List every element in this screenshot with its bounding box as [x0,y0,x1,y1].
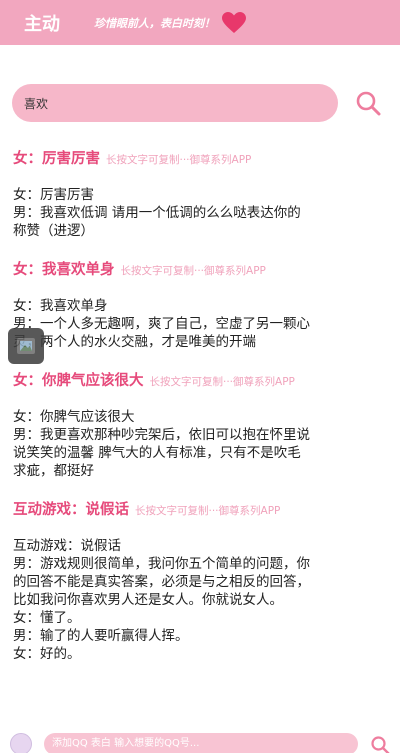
bottom-bar: 添加QQ 表白 输入想要的QQ号... [0,729,400,753]
entry-line: 比如我问你喜欢男人还是女人。你就说女人。 [13,592,283,608]
entry-title-row: 女：我喜欢单身 长按文字可复制···御尊系列APP [13,258,386,282]
entry-line: 女：好的。 [13,646,81,662]
entry-line: 男：我更喜欢那种吵完架后，依旧可以抱在怀里说 [13,427,310,443]
entry-line: 女：厉害厉害 [13,187,94,203]
entry-line: 灵，两个人的水火交融，才是唯美的开端 [13,334,256,350]
copy-hint: 长按文字可复制···御尊系列APP [120,265,266,277]
entry-body: 女：厉害厉害 男：我喜欢低调 请用一个低调的么么哒表达你的 称赞（进逻） [13,186,386,240]
floating-tool-icon [17,338,35,354]
entry-line: 互动游戏：说假话 [13,538,121,554]
list-item[interactable]: 女：你脾气应该很大 长按文字可复制···御尊系列APP 女：你脾气应该很大 男：… [0,369,400,480]
copy-hint: 长按文字可复制···御尊系列APP [135,505,281,517]
list-item[interactable]: 女：厉害厉害 长按文字可复制···御尊系列APP 女：厉害厉害 男：我喜欢低调 … [0,147,400,240]
entry-line: 的回答不能是真实答案，必须是与之相反的回答， [13,574,310,590]
entry-title: 女：我喜欢单身 [13,262,115,278]
search-input[interactable] [12,84,338,122]
copy-hint: 长按文字可复制···御尊系列APP [149,376,295,388]
avatar[interactable] [10,733,32,753]
app-header: 主动 珍惜眼前人，表白时刻！ [0,0,400,45]
entry-line: 女：懂了。 [13,610,81,626]
entry-body: 互动游戏：说假话 男：游戏规则很简单，我问你五个简单的问题，你 的回答不能是真实… [13,537,386,663]
entry-body: 女：我喜欢单身 男：一个人多无趣啊，爽了自己，空虚了另一颗心 灵，两个人的水火交… [13,297,386,351]
list-item[interactable]: 互动游戏：说假话 长按文字可复制···御尊系列APP 互动游戏：说假话 男：游戏… [0,498,400,663]
entry-line: 说笑笑的温馨 脾气大的人有标准，只有不是吹毛 [13,445,301,461]
entry-body: 女：你脾气应该很大 男：我更喜欢那种吵完架后，依旧可以抱在怀里说 说笑笑的温馨 … [13,408,386,480]
search-bar [12,84,388,122]
entry-line: 男：游戏规则很简单，我问你五个简单的问题，你 [13,556,310,572]
content-list: 女：厉害厉害 长按文字可复制···御尊系列APP 女：厉害厉害 男：我喜欢低调 … [0,147,400,717]
search-icon[interactable] [355,90,381,116]
entry-line: 女：你脾气应该很大 [13,409,135,425]
page-title: 主动 [24,13,60,35]
copy-hint: 长按文字可复制···御尊系列APP [106,154,252,166]
header-slogan: 珍惜眼前人，表白时刻！ [94,16,215,30]
entry-line: 求疵，都挺好 [13,463,94,479]
entry-title-row: 互动游戏：说假话 长按文字可复制···御尊系列APP [13,498,386,522]
entry-title-row: 女：厉害厉害 长按文字可复制···御尊系列APP [13,147,386,171]
qq-input[interactable]: 添加QQ 表白 输入想要的QQ号... [44,733,358,753]
entry-title: 女：厉害厉害 [13,151,100,167]
entry-line: 男：我喜欢低调 请用一个低调的么么哒表达你的 [13,205,301,221]
list-item[interactable]: 女：我喜欢单身 长按文字可复制···御尊系列APP 女：我喜欢单身 男：一个人多… [0,258,400,351]
entry-title: 女：你脾气应该很大 [13,373,144,389]
entry-line: 女：我喜欢单身 [13,298,108,314]
entry-line: 男：输了的人要听赢得人挥。 [13,628,189,644]
heart-icon [222,11,246,33]
entry-title: 互动游戏：说假话 [13,502,129,518]
search-icon[interactable] [370,735,390,753]
floating-tool-button[interactable] [8,328,44,364]
entry-line: 男：一个人多无趣啊，爽了自己，空虚了另一颗心 [13,316,310,332]
entry-title-row: 女：你脾气应该很大 长按文字可复制···御尊系列APP [13,369,386,393]
entry-line: 称赞（进逻） [13,223,94,239]
